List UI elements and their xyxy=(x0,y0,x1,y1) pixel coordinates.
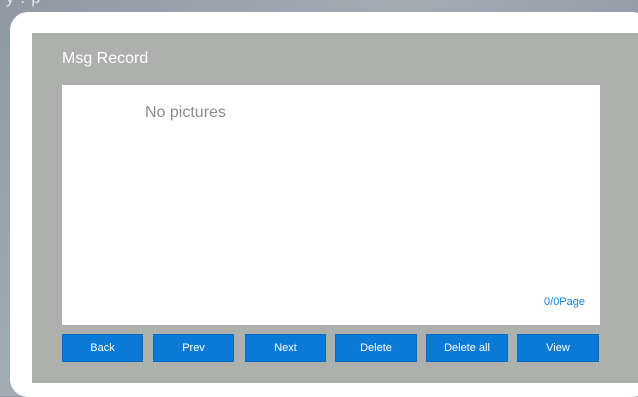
empty-message: No pictures xyxy=(145,104,226,121)
view-button[interactable]: View xyxy=(517,334,599,362)
delete-all-button[interactable]: Delete all xyxy=(426,334,508,362)
next-button[interactable]: Next xyxy=(245,334,326,362)
top-strip-text: y . p xyxy=(6,0,41,8)
msg-record-panel: Msg Record No pictures 0/0Page Back Prev… xyxy=(32,33,638,383)
delete-button[interactable]: Delete xyxy=(335,334,417,362)
page-indicator: 0/0Page xyxy=(544,296,585,308)
back-button[interactable]: Back xyxy=(62,334,143,362)
prev-button[interactable]: Prev xyxy=(153,334,234,362)
page-title: Msg Record xyxy=(62,50,149,67)
picture-list-area: No pictures 0/0Page xyxy=(62,85,600,325)
